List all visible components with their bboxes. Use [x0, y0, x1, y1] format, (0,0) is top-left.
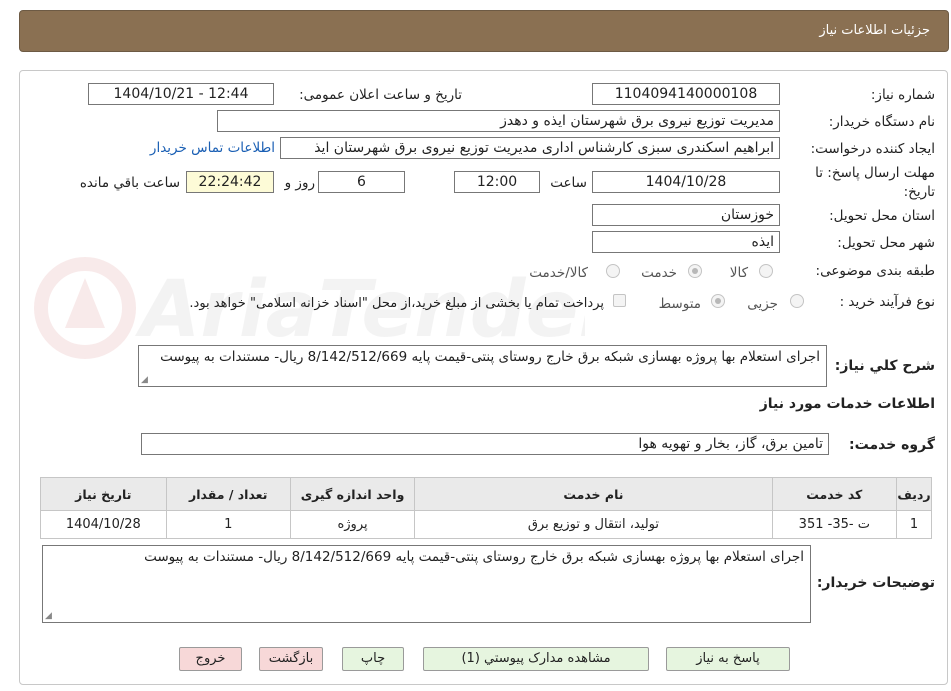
table-header-row: تاريخ نياز تعداد / مقدار واحد اندازه گیر… [40, 477, 932, 511]
resize-grip-icon[interactable]: ◢ [45, 612, 52, 621]
service-group-label: گروه خدمت: [849, 437, 935, 453]
col-unit: واحد اندازه گیری [289, 477, 415, 511]
col-service-name: نام خدمت [414, 477, 773, 511]
category-both-label: کالا/خدمت [529, 265, 588, 281]
process-minor-label: جزیی [747, 296, 778, 312]
buyer-notes-textarea[interactable]: اجرای استعلام بها پروژه بهسازی شبکه برق … [42, 545, 811, 623]
announce-label: تاریخ و ساعت اعلان عمومی: [299, 87, 462, 103]
buyer-org-label: نام دستگاه خریدار: [828, 114, 935, 130]
category-service-radio[interactable] [688, 264, 702, 278]
city-label: شهر محل تحویل: [837, 235, 935, 251]
category-goods-label: کالا [729, 265, 748, 281]
cell-unit: پروژه [289, 510, 415, 539]
col-row-number: رديف [895, 477, 932, 511]
print-button[interactable]: چاپ [342, 647, 404, 671]
view-attachments-button[interactable]: مشاهده مدارک پیوستي (1) [423, 647, 649, 671]
deadline-label-1: مهلت ارسال پاسخ: تا [815, 165, 935, 181]
service-group-field: تامین برق، گاز، بخار و تهویه هوا [141, 433, 829, 455]
resize-grip-icon[interactable]: ◢ [141, 376, 148, 385]
requester-field: ابراهیم اسکندری سبزی کارشناس اداری مدیری… [280, 137, 780, 159]
services-table: تاريخ نياز تعداد / مقدار واحد اندازه گیر… [40, 477, 932, 539]
deadline-time-label: ساعت [550, 175, 587, 191]
process-label: نوع فرآیند خرید : [839, 294, 935, 310]
announce-field: 1404/10/21 - 12:44 [88, 83, 274, 105]
treasury-checkbox[interactable] [613, 294, 626, 307]
category-service-label: خدمت [641, 265, 677, 281]
days-remaining-field: 6 [318, 171, 405, 193]
cell-service-name: تولید، انتقال و توزیع برق [414, 510, 773, 539]
deadline-time-field: 12:00 [454, 171, 540, 193]
days-label: روز و [284, 175, 315, 191]
table-row: 1404/10/28 1 پروژه تولید، انتقال و توزیع… [40, 510, 932, 539]
buyer-notes-label: توضیحات خریدار: [816, 575, 935, 591]
services-section-title: اطلاعات خدمات مورد نياز [759, 396, 935, 412]
col-service-code: کد خدمت [771, 477, 897, 511]
deadline-label-2: تاریخ: [903, 184, 935, 200]
page-header: جزئیات اطلاعات نیاز [19, 10, 949, 52]
buyer-contact-link[interactable]: اطلاعات تماس خریدار [150, 140, 275, 156]
category-both-radio[interactable] [606, 264, 620, 278]
time-remaining-label: ساعت باقي مانده [79, 175, 180, 191]
cell-need-date: 1404/10/28 [40, 510, 167, 539]
summary-textarea[interactable]: اجرای استعلام بها پروژه بهسازی شبکه برق … [138, 345, 827, 387]
time-remaining-field: 22:24:42 [186, 171, 274, 193]
cell-row-number: 1 [895, 510, 932, 539]
requester-label: ایجاد کننده درخواست: [810, 141, 935, 157]
process-medium-label: متوسط [658, 296, 701, 312]
need-number-field: 1104094140000108 [592, 83, 780, 105]
exit-button[interactable]: خروج [179, 647, 242, 671]
page-title: جزئیات اطلاعات نیاز [819, 23, 930, 38]
back-button[interactable]: بازگشت [259, 647, 323, 671]
need-number-label: شماره نیاز: [870, 87, 935, 103]
process-minor-radio[interactable] [790, 294, 804, 308]
reply-button[interactable]: پاسخ به نیاز [666, 647, 790, 671]
summary-label: شرح کلي نياز: [834, 358, 935, 374]
cell-service-code: ت -35- 351 [771, 510, 897, 539]
category-label: طبقه بندی موضوعی: [815, 263, 935, 279]
col-need-date: تاريخ نياز [40, 477, 167, 511]
buyer-org-field: مدیریت توزیع نیروی برق شهرستان ایذه و ده… [217, 110, 780, 132]
city-field: ایذه [592, 231, 780, 253]
buyer-notes-text: اجرای استعلام بها پروژه بهسازی شبکه برق … [144, 549, 804, 565]
summary-text: اجرای استعلام بها پروژه بهسازی شبکه برق … [160, 349, 820, 365]
category-goods-radio[interactable] [759, 264, 773, 278]
process-medium-radio[interactable] [711, 294, 725, 308]
cell-quantity: 1 [165, 510, 291, 539]
province-field: خوزستان [592, 204, 780, 226]
province-label: استان محل تحویل: [829, 208, 935, 224]
deadline-date-field: 1404/10/28 [592, 171, 780, 193]
treasury-note: پرداخت تمام یا بخشی از مبلغ خرید،از محل … [189, 296, 604, 311]
col-quantity: تعداد / مقدار [165, 477, 291, 511]
